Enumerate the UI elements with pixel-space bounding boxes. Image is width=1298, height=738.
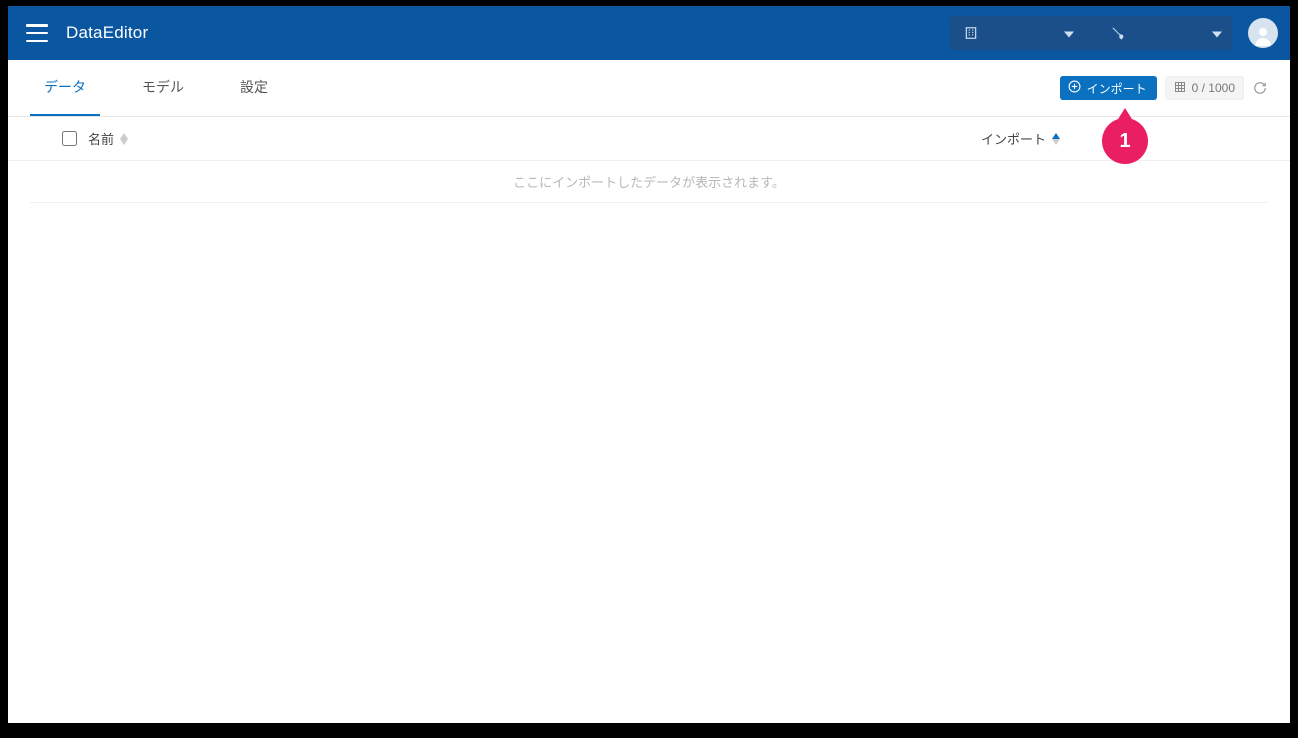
select-all-checkbox[interactable]	[62, 131, 77, 146]
tab-settings[interactable]: 設定	[226, 60, 282, 116]
column-header-import[interactable]: インポート	[981, 129, 1060, 148]
tab-data[interactable]: データ	[30, 60, 100, 116]
empty-state-message: ここにインポートしたデータが表示されます。	[30, 161, 1268, 203]
breadcrumb-env-selector[interactable]	[1084, 16, 1232, 50]
app-title: DataEditor	[66, 23, 148, 43]
chevron-down-icon	[1064, 26, 1074, 41]
data-table: 名前 インポート ここにインポートしたデータが表示されます。	[8, 117, 1290, 203]
wrench-icon	[1110, 25, 1126, 41]
tab-model[interactable]: モデル	[128, 60, 198, 116]
sort-icon	[1052, 133, 1060, 145]
topbar: DataEditor	[8, 6, 1290, 60]
avatar[interactable]	[1248, 18, 1278, 48]
menu-icon[interactable]	[26, 24, 48, 42]
content-area: データ モデル 設定 インポート 0 / 1000	[8, 60, 1290, 723]
column-header-label: 名前	[88, 129, 114, 148]
table-header-row: 名前 インポート	[8, 117, 1290, 161]
import-button-label: インポート	[1087, 80, 1147, 97]
tabbar: データ モデル 設定 インポート 0 / 1000	[8, 60, 1290, 117]
app-frame: DataEditor	[8, 6, 1290, 723]
grid-icon	[1174, 81, 1186, 96]
row-count-pill: 0 / 1000	[1165, 76, 1244, 100]
tab-label: 設定	[240, 77, 268, 97]
sort-icon	[120, 133, 128, 145]
breadcrumb-org-selector[interactable]	[950, 16, 1084, 50]
select-all-cell	[38, 131, 88, 146]
import-button[interactable]: インポート	[1060, 76, 1157, 100]
tab-label: モデル	[142, 77, 184, 97]
column-header-label: インポート	[981, 129, 1046, 148]
breadcrumb	[950, 16, 1232, 50]
tab-label: データ	[44, 77, 86, 97]
plus-circle-icon	[1068, 80, 1081, 96]
building-icon	[964, 26, 978, 40]
column-header-name[interactable]: 名前	[88, 129, 128, 148]
refresh-icon[interactable]	[1252, 80, 1268, 96]
chevron-down-icon	[1212, 26, 1222, 41]
row-count-text: 0 / 1000	[1192, 81, 1235, 95]
tabs: データ モデル 設定	[30, 60, 282, 116]
